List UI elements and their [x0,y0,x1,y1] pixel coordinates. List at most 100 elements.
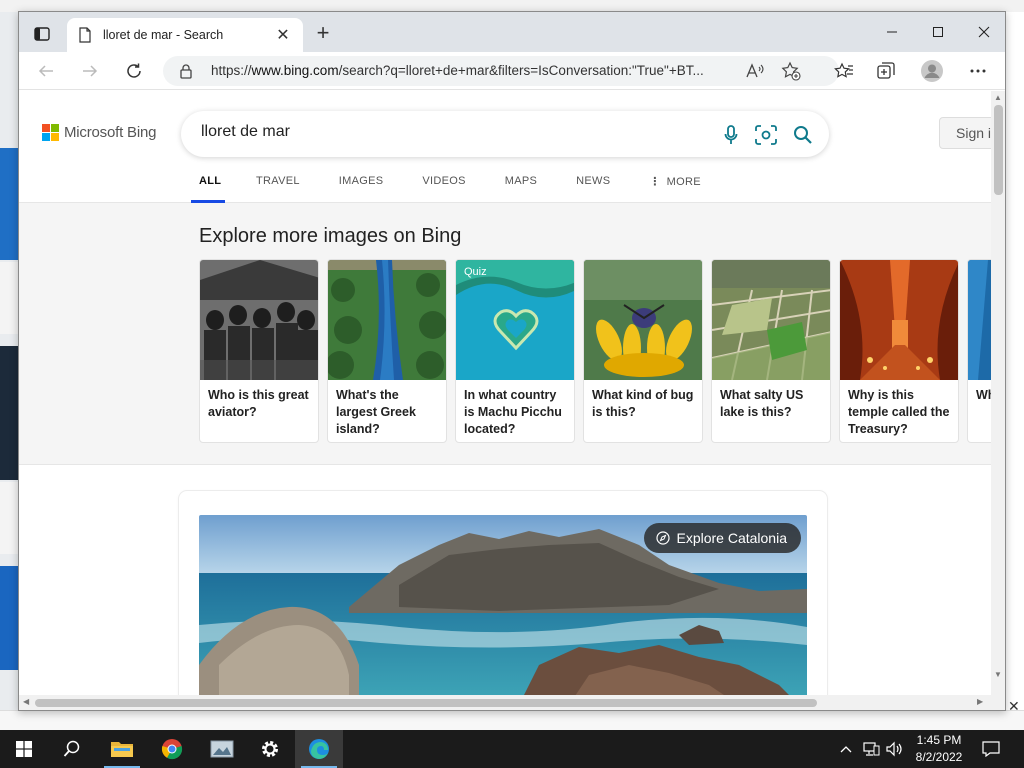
profile-button[interactable] [917,56,947,86]
vertical-scroll-thumb[interactable] [994,105,1003,195]
vertical-scrollbar[interactable]: ▲ ▼ [991,91,1005,695]
close-window-button[interactable] [961,12,1005,52]
bing-header: Microsoft Bing Sign i ALL TRAVEL IMAGES [19,91,991,203]
card-caption: What's the largest Greek island? [336,388,416,436]
address-bar[interactable]: https://www.bing.com/search?q=lloret+de+… [163,56,839,86]
chrome-icon [161,739,183,760]
minimize-icon [887,31,897,33]
taskbar: 1:45 PM 8/2/2022 [0,730,1024,768]
network-button[interactable] [860,730,882,768]
chrome-button[interactable] [148,730,196,768]
edge-icon [309,739,329,759]
add-favorite-button[interactable] [779,60,803,82]
quiz-card[interactable]: What kind of bug is this? [583,259,703,443]
edge-button[interactable] [295,730,343,768]
quiz-card[interactable]: What salty US lake is this? [711,259,831,443]
background-window-strip [0,482,18,554]
tab-actions-button[interactable] [27,22,57,46]
background-window-right: ✕ [1006,12,1024,730]
minimize-button[interactable] [869,12,915,52]
desktop-background-bottom [0,710,1024,730]
clock-time: 1:45 PM [916,733,962,747]
tab-actions-icon [34,27,50,41]
tab-news[interactable]: NEWS [568,175,618,203]
more-vertical-icon: ⋮ [649,176,661,188]
tab-videos[interactable]: VIDEOS [414,175,473,203]
tab-title: lloret de mar - Search [103,28,224,42]
destination-card: Explore Catalonia [179,491,827,695]
url-text[interactable]: https://www.bing.com/search?q=lloret+de+… [211,63,731,78]
visual-search-button[interactable] [754,123,778,147]
explore-images-section: Explore more images on Bing Who is this … [19,203,991,465]
file-explorer-button[interactable] [98,730,146,768]
background-window-strip [0,148,18,260]
quiz-card[interactable]: What's the largest Greek island? [327,259,447,443]
tab-more[interactable]: ⋮ MORE [641,175,709,203]
scroll-up-arrow-icon[interactable]: ▲ [994,93,1002,102]
title-bar: lloret de mar - Search ✕ + [19,12,1005,52]
lock-icon[interactable] [179,63,193,79]
card-caption: Who is this great aviator? [208,388,309,419]
system-clock[interactable]: 1:45 PM 8/2/2022 [900,732,978,766]
more-horizontal-icon [970,69,986,73]
maximize-button[interactable] [915,12,961,52]
scroll-down-arrow-icon[interactable]: ▼ [994,670,1002,679]
tab-images[interactable]: IMAGES [331,175,392,203]
search-icon [63,740,80,757]
quiz-card[interactable]: Quiz In what country is Machu Picchu loc… [455,259,575,443]
search-input[interactable] [201,123,701,141]
back-button[interactable] [31,56,61,86]
quiz-card[interactable]: Who is this great aviator? [199,259,319,443]
settings-app-button[interactable] [246,730,294,768]
page-icon [79,27,91,43]
tab-all[interactable]: ALL [191,175,225,203]
card-caption: What kind of bug is this? [592,388,694,419]
scroll-right-arrow-icon[interactable]: ▶ [977,697,983,706]
photos-app-button[interactable] [198,730,246,768]
sign-in-button[interactable]: Sign i [939,117,991,149]
forward-button[interactable] [75,56,105,86]
settings-more-button[interactable] [963,56,993,86]
explore-destination-button[interactable]: Explore Catalonia [644,523,801,553]
camera-search-icon [755,125,777,145]
favorites-button[interactable] [829,56,859,86]
notifications-button[interactable] [980,730,1002,768]
bing-logo[interactable]: Microsoft Bing [42,124,156,141]
tab-travel[interactable]: TRAVEL [248,175,308,203]
horizontal-scroll-thumb[interactable] [35,699,817,707]
card-image [840,260,958,380]
background-window-strip [0,566,18,670]
quiz-card[interactable]: Wh [967,259,991,443]
maximize-icon [933,27,943,37]
compass-icon [656,531,671,545]
refresh-button[interactable] [119,56,149,86]
star-plus-icon [781,61,801,81]
url-host: www.bing.com [251,63,339,78]
search-button[interactable] [791,123,815,147]
card-image [200,260,318,380]
browser-tab[interactable]: lloret de mar - Search ✕ [67,18,303,52]
voice-search-button[interactable] [719,123,743,147]
picture-icon [210,740,234,758]
scroll-left-arrow-icon[interactable]: ◀ [23,697,29,706]
tab-maps[interactable]: MAPS [497,175,545,203]
read-aloud-button[interactable] [743,60,767,82]
new-tab-button[interactable]: + [311,22,335,46]
arrow-left-icon [38,65,53,77]
explore-pill-label: Explore Catalonia [676,530,787,546]
gear-icon [262,741,278,757]
collections-button[interactable] [871,56,901,86]
microphone-icon [724,125,738,144]
destination-hero-image[interactable]: Explore Catalonia [199,515,807,695]
search-taskbar-button[interactable] [48,730,96,768]
card-caption: Why is this temple called the Treasury? [848,388,950,436]
network-icon [863,742,880,756]
horizontal-scrollbar[interactable]: ◀ ▶ [19,695,1005,710]
card-image [968,260,991,380]
folder-icon [111,742,133,757]
start-button[interactable] [0,730,48,768]
tab-close-icon[interactable]: ✕ [273,25,293,45]
explore-heading: Explore more images on Bing [199,225,462,247]
show-hidden-icons-button[interactable] [836,730,856,768]
quiz-card[interactable]: Why is this temple called the Treasury? [839,259,959,443]
